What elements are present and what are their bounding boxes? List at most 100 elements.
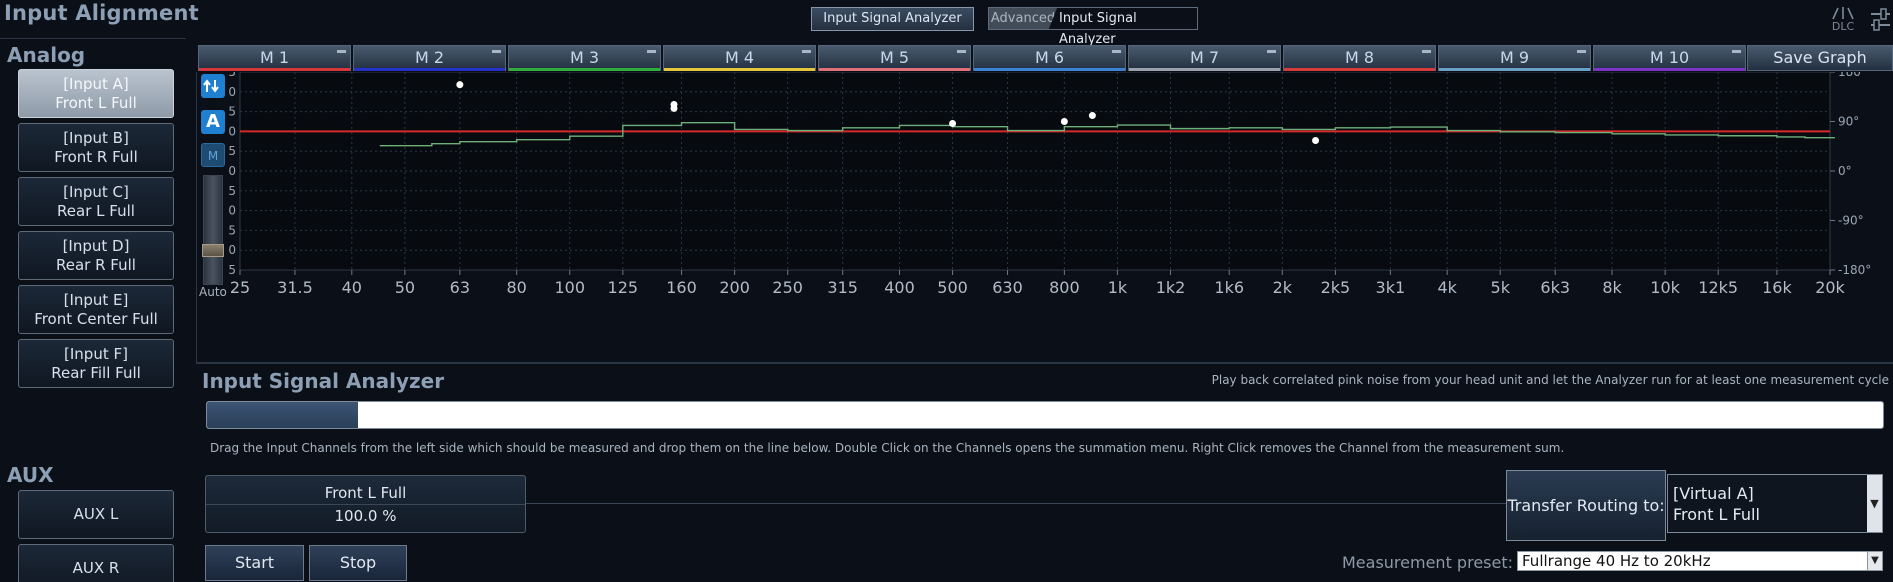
x-tick-label: 20k: [1815, 278, 1845, 297]
memory-tab-4[interactable]: M 4: [663, 45, 816, 71]
memory-marker: [1577, 50, 1586, 53]
advanced-tab-left[interactable]: Advanced: [989, 8, 1057, 29]
memory-tab-8[interactable]: M 8: [1283, 45, 1436, 71]
input-f-button[interactable]: [Input F] Rear Fill Full: [18, 339, 174, 388]
input-signal-analyzer-button[interactable]: Input Signal Analyzer: [811, 7, 974, 31]
scatter-point: [670, 104, 678, 112]
memory-tab-label: M 3: [569, 48, 600, 67]
y2-tick-label: 90°: [1838, 115, 1859, 129]
measured-channel-value: 100.0 %: [334, 507, 397, 525]
memory-color-bar: [354, 68, 505, 71]
y-tick-label: -25: [228, 223, 236, 237]
level-slider-handle[interactable]: [202, 244, 224, 257]
analog-section-title: Analog: [7, 43, 86, 67]
memory-tab-10[interactable]: M 10: [1593, 45, 1746, 71]
memory-tab-5[interactable]: M 5: [818, 45, 971, 71]
y2-axis-ticks: 180° 90° 0° -90° -180°: [1830, 72, 1871, 277]
memory-tab-9[interactable]: M 9: [1438, 45, 1591, 71]
y2-tick-label: -90°: [1838, 214, 1864, 228]
memory-color-bar: [1594, 68, 1745, 71]
autoscale-icon[interactable]: [201, 74, 225, 98]
x-tick-label: 2k: [1273, 278, 1293, 297]
dlc-button[interactable]: DLC: [1828, 6, 1858, 33]
channel-separator: [206, 504, 525, 505]
sliders-icon[interactable]: [1868, 6, 1893, 34]
measured-channel-box[interactable]: Front L Full 100.0 %: [205, 475, 526, 533]
routing-target-select[interactable]: [Virtual A] Front L Full ▼: [1667, 474, 1883, 533]
auto-label: Auto: [199, 285, 227, 299]
save-graph-button[interactable]: Save Graph: [1747, 45, 1893, 71]
y-tick-label: -30: [228, 243, 236, 257]
drag-hint: Drag the Input Channels from the left si…: [210, 441, 1565, 455]
measurement-sum-line[interactable]: [526, 503, 1506, 504]
measurement-progress-bar: [206, 401, 1884, 429]
input-d-button[interactable]: [Input D] Rear R Full: [18, 231, 174, 280]
memory-marker: [1267, 50, 1276, 53]
memory-marker: [1112, 50, 1121, 53]
x-tick-label: 40: [342, 278, 362, 297]
memory-tab-label: M 6: [1034, 48, 1065, 67]
memory-marker: [957, 50, 966, 53]
y-tick-label: -15: [228, 184, 236, 198]
x-tick-label: 250: [772, 278, 803, 297]
input-d-id: [Input D]: [62, 236, 130, 255]
x-tick-label: 10k: [1650, 278, 1680, 297]
input-b-button[interactable]: [Input B] Front R Full: [18, 123, 174, 172]
measurement-progress-fill: [207, 402, 358, 428]
y-tick-label: -35: [228, 263, 236, 277]
memory-marker: [802, 50, 811, 53]
memory-tab-1[interactable]: M 1: [198, 45, 351, 71]
input-c-id: [Input C]: [63, 182, 129, 201]
y-tick-label: -20: [228, 204, 236, 218]
dlc-icon: [1832, 7, 1854, 20]
level-slider[interactable]: [203, 175, 223, 285]
memory-tab-7[interactable]: M 7: [1128, 45, 1281, 71]
advanced-tab-right[interactable]: Input Signal Analyzer: [1057, 8, 1197, 47]
x-tick-label: 80: [506, 278, 526, 297]
chevron-down-icon[interactable]: ▼: [1867, 475, 1882, 532]
x-tick-label: 63: [450, 278, 470, 297]
scatter-point: [1312, 137, 1320, 145]
x-tick-label: 31.5: [277, 278, 313, 297]
memory-tab-6[interactable]: M 6: [973, 45, 1126, 71]
measurement-preset-value: Fullrange 40 Hz to 20kHz: [1522, 552, 1711, 570]
input-a-button[interactable]: [Input A] Front L Full: [18, 69, 174, 118]
x-tick-label: 4k: [1437, 278, 1457, 297]
x-tick-label: 1k6: [1214, 278, 1244, 297]
y-tick-label: 10: [228, 85, 236, 99]
memory-tab-2[interactable]: M 2: [353, 45, 506, 71]
routing-target-name: Front L Full: [1673, 505, 1760, 524]
analyzer-a-toggle[interactable]: A: [201, 110, 225, 134]
stop-button[interactable]: Stop: [309, 545, 407, 581]
memory-marker: [337, 50, 346, 53]
chevron-down-icon[interactable]: ▼: [1867, 552, 1882, 570]
transfer-routing-button[interactable]: Transfer Routing to:: [1506, 470, 1666, 541]
scatter-point: [456, 81, 464, 89]
input-b-id: [Input B]: [63, 128, 129, 147]
memory-toggle[interactable]: M: [201, 143, 225, 167]
memory-marker: [1732, 50, 1741, 53]
input-c-button[interactable]: [Input C] Rear L Full: [18, 177, 174, 226]
aux-l-button[interactable]: AUX L: [18, 490, 174, 539]
advanced-tab[interactable]: Advanced Input Signal Analyzer: [988, 7, 1198, 47]
x-tick-label: 125: [608, 278, 639, 297]
start-button[interactable]: Start: [205, 545, 304, 581]
memory-tab-label: M 7: [1189, 48, 1220, 67]
chart-grid: [239, 72, 1831, 271]
memory-tab-label: M 5: [879, 48, 910, 67]
memory-tab-label: M 2: [414, 48, 445, 67]
input-e-name: Front Center Full: [34, 309, 158, 328]
frequency-response-chart: 151050-5-10-15-20-25-30-35 180°90°0°-90°…: [228, 72, 1871, 297]
channel-sidebar: Analog [Input A] Front L Full [Input B] …: [0, 38, 186, 582]
input-e-id: [Input E]: [63, 290, 129, 309]
aux-r-button[interactable]: AUX R: [18, 544, 174, 582]
scatter-point: [949, 119, 957, 127]
measurement-preset-select[interactable]: Fullrange 40 Hz to 20kHz ▼: [1517, 551, 1883, 571]
memory-tabs: M 1 M 2 M 3 M 4 M 5 M 6 M 7 M 8 M 9 M 10: [198, 45, 1893, 72]
x-tick-label: 200: [719, 278, 750, 297]
memory-tab-3[interactable]: M 3: [508, 45, 661, 71]
measurement-preset-label: Measurement preset:: [1342, 553, 1513, 572]
x-tick-label: 800: [1049, 278, 1080, 297]
input-e-button[interactable]: [Input E] Front Center Full: [18, 285, 174, 334]
input-a-name: Front L Full: [55, 93, 137, 112]
